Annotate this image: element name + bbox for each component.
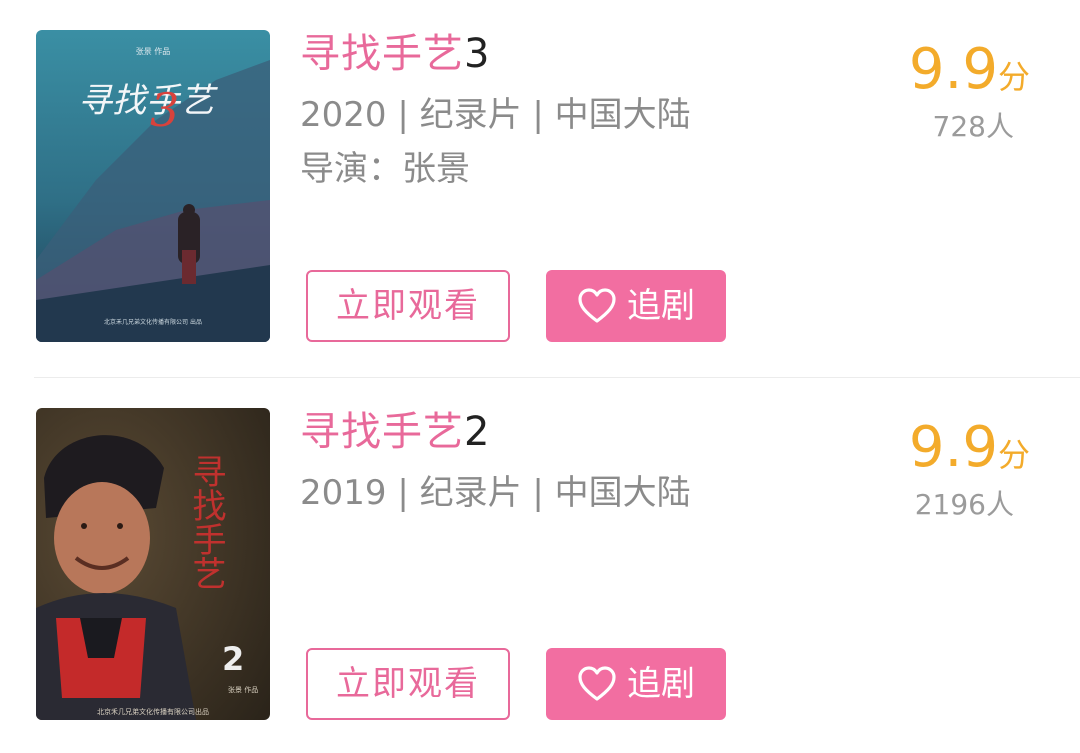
- poster-credit: 张景 作品: [228, 685, 258, 694]
- item-director: 导演：张景: [300, 149, 470, 189]
- item-meta: 2020 | 纪录片 | 中国大陆: [300, 95, 691, 135]
- rating-unit: 分: [997, 436, 1030, 474]
- rating-count: 2196人: [914, 488, 1014, 521]
- rating-value: 9.9: [908, 37, 998, 102]
- follow-label: 追剧: [627, 286, 695, 326]
- list-item[interactable]: 张景 作品 寻找手艺 3 北京禾几兄弟文化传播有限公司 出品 寻找手艺3 202…: [0, 0, 1080, 378]
- heart-icon: [578, 666, 616, 701]
- item-title[interactable]: 寻找手艺3: [300, 28, 490, 80]
- follow-label: 追剧: [627, 664, 695, 704]
- poster-number-art: 2: [222, 640, 244, 678]
- follow-series-button[interactable]: 追剧: [546, 648, 726, 720]
- poster-footer: 北京禾几兄弟文化传播有限公司 出品: [104, 318, 202, 326]
- watch-now-button[interactable]: 立即观看: [306, 648, 510, 720]
- list-item[interactable]: 寻找手艺 2 张景 作品 北京禾几兄弟文化传播有限公司出品 寻找手艺2 2019…: [0, 378, 1080, 753]
- poster-art: 寻找手艺 2 张景 作品 北京禾几兄弟文化传播有限公司出品: [36, 408, 270, 720]
- item-title[interactable]: 寻找手艺2: [300, 406, 490, 458]
- rating-unit: 分: [997, 58, 1030, 96]
- poster-image[interactable]: 寻找手艺 2 张景 作品 北京禾几兄弟文化传播有限公司出品: [36, 408, 270, 720]
- item-meta: 2019 | 纪录片 | 中国大陆: [300, 473, 691, 513]
- heart-icon: [578, 288, 616, 323]
- poster-footer: 北京禾几兄弟文化传播有限公司出品: [97, 707, 209, 716]
- poster-credit: 张景 作品: [136, 46, 171, 56]
- follow-series-button[interactable]: 追剧: [546, 270, 726, 342]
- title-main: 寻找手艺: [300, 409, 464, 455]
- rating-score: 9.9分: [909, 38, 1030, 102]
- watch-now-button[interactable]: 立即观看: [306, 270, 510, 342]
- poster-title-art: 寻找手艺: [186, 454, 226, 590]
- poster-art: 张景 作品 寻找手艺 3 北京禾几兄弟文化传播有限公司 出品: [36, 30, 270, 342]
- title-number: 2: [464, 409, 491, 455]
- rating-score: 9.9分: [909, 416, 1030, 480]
- poster-number-art: 3: [150, 83, 179, 137]
- title-number: 3: [464, 31, 491, 77]
- title-main: 寻找手艺: [300, 31, 464, 77]
- rating-count: 728人: [932, 110, 1014, 143]
- poster-image[interactable]: 张景 作品 寻找手艺 3 北京禾几兄弟文化传播有限公司 出品: [36, 30, 270, 342]
- rating-value: 9.9: [908, 415, 998, 480]
- documentary-list: 张景 作品 寻找手艺 3 北京禾几兄弟文化传播有限公司 出品 寻找手艺3 202…: [0, 0, 1080, 753]
- poster-title-art: 寻找手艺: [78, 81, 218, 121]
